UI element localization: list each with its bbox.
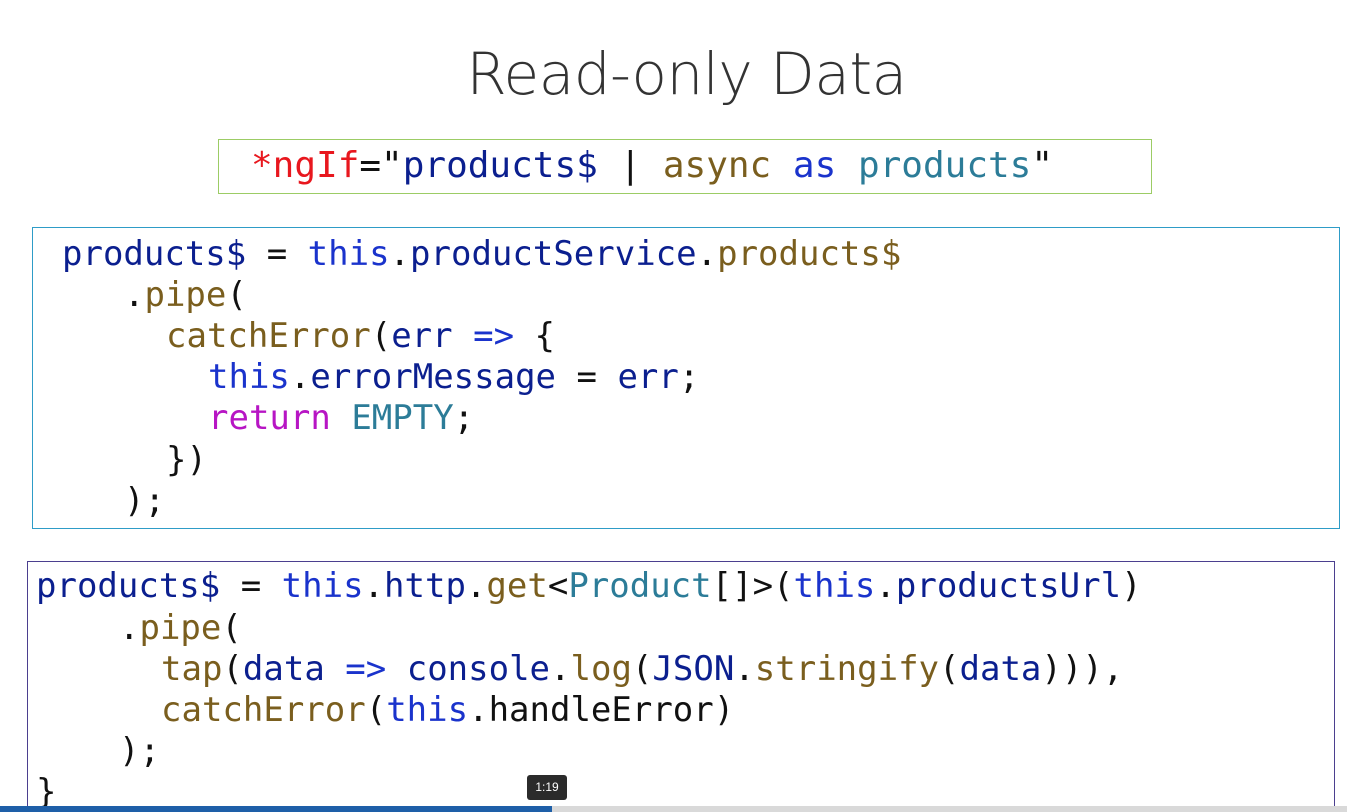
- video-progress-fill: [0, 806, 553, 812]
- code-token: ))): [1041, 649, 1103, 689]
- slide-title: Read-only Data: [466, 40, 907, 108]
- code-token: productsUrl: [895, 566, 1122, 606]
- code-token: data: [959, 649, 1042, 689]
- code-token: {: [534, 316, 556, 356]
- code-token: log: [570, 649, 632, 689]
- code-token: this: [307, 234, 390, 274]
- template-code-box: *ngIf="products$ | async as products": [218, 139, 1152, 194]
- code-token: products$: [36, 566, 221, 606]
- code-line: products$ = this.productService.products…: [62, 234, 901, 275]
- code-token: .: [734, 649, 755, 689]
- code-token: ;: [678, 357, 700, 397]
- code-line: .pipe(: [124, 275, 247, 316]
- code-token: ): [1121, 566, 1142, 606]
- code-token: EMPTY: [351, 398, 454, 438]
- code-token: pipe: [144, 275, 227, 315]
- code-token: this: [386, 690, 469, 730]
- code-token: err: [617, 357, 679, 397]
- code-line: );: [124, 481, 165, 521]
- service-code-box: products$ = this.productService.products…: [32, 227, 1340, 529]
- code-line: return EMPTY;: [208, 398, 474, 439]
- code-token: ): [713, 690, 735, 730]
- code-token: (: [226, 275, 247, 315]
- code-line: catchError(this.handleError): [161, 690, 734, 731]
- code-token: errorMessage: [310, 357, 557, 397]
- ngif-directive: *ngIf: [251, 145, 360, 186]
- code-token: data: [242, 649, 325, 689]
- code-token: catchError: [166, 316, 371, 356]
- http-code-box: products$ = this.http.get<Product[]>(thi…: [27, 561, 1335, 812]
- code-line: .pipe(: [119, 608, 242, 649]
- code-token: return: [208, 398, 331, 438]
- time-tooltip: 1:19: [527, 775, 567, 800]
- code-token: (: [631, 649, 653, 689]
- code-token: =: [556, 357, 618, 397]
- code-token: .: [389, 234, 411, 274]
- code-token: (: [939, 649, 960, 689]
- code-token: =>: [345, 649, 387, 689]
- code-token: (: [370, 316, 392, 356]
- ngif-async: async: [662, 145, 772, 186]
- code-token: products$: [62, 234, 247, 274]
- code-token: tap: [161, 649, 223, 689]
- code-token: pipe: [139, 608, 222, 648]
- code-token: .: [875, 566, 896, 606]
- code-token: console: [406, 649, 551, 689]
- code-token: stringify: [754, 649, 940, 689]
- code-token: =: [220, 566, 282, 606]
- code-token: productService: [410, 234, 697, 274]
- ngif-pipe: |: [597, 145, 663, 186]
- code-token: (: [221, 608, 242, 648]
- code-token: products$: [717, 234, 902, 274]
- code-token: .: [119, 608, 140, 648]
- code-token: this: [281, 566, 364, 606]
- code-token: .: [289, 357, 311, 397]
- video-progress-bar[interactable]: [0, 806, 1347, 812]
- code-token: =>: [473, 316, 515, 356]
- code-line: }): [166, 440, 207, 480]
- code-line: tap(data => console.log(JSON.stringify(d…: [161, 649, 1123, 690]
- code-token: >(: [752, 566, 794, 606]
- code-token: =: [246, 234, 308, 274]
- code-line: this.errorMessage = err;: [208, 357, 699, 398]
- code-token: .: [550, 649, 571, 689]
- code-token: http: [384, 566, 466, 606]
- code-token: handleError: [488, 690, 714, 730]
- code-token: Product: [568, 566, 712, 606]
- code-line: products$ = this.http.get<Product[]>(thi…: [36, 566, 1142, 607]
- code-token: JSON: [652, 649, 735, 689]
- ngif-alias: products: [857, 145, 1032, 186]
- code-token: ,: [1102, 649, 1124, 689]
- code-token: get: [486, 566, 548, 606]
- code-token: .: [124, 275, 145, 315]
- code-token: (: [365, 690, 387, 730]
- code-token: (: [222, 649, 243, 689]
- code-token: catchError: [161, 690, 366, 730]
- ngif-as: as: [792, 145, 837, 186]
- code-token: this: [793, 566, 876, 606]
- code-token: .: [696, 234, 718, 274]
- code-token: []: [711, 566, 753, 606]
- ngif-stream: products$: [402, 145, 598, 186]
- code-line: );: [119, 731, 160, 771]
- code-token: ;: [453, 398, 475, 438]
- code-token: .: [465, 566, 487, 606]
- code-token: this: [208, 357, 290, 397]
- code-token: .: [468, 690, 489, 730]
- code-token: err: [391, 316, 453, 356]
- code-token: <: [547, 566, 569, 606]
- ngif-close-quote: ": [1031, 145, 1054, 186]
- code-token: .: [363, 566, 385, 606]
- ngif-eq-quote: =": [359, 145, 403, 186]
- code-line: catchError(err => {: [166, 316, 555, 357]
